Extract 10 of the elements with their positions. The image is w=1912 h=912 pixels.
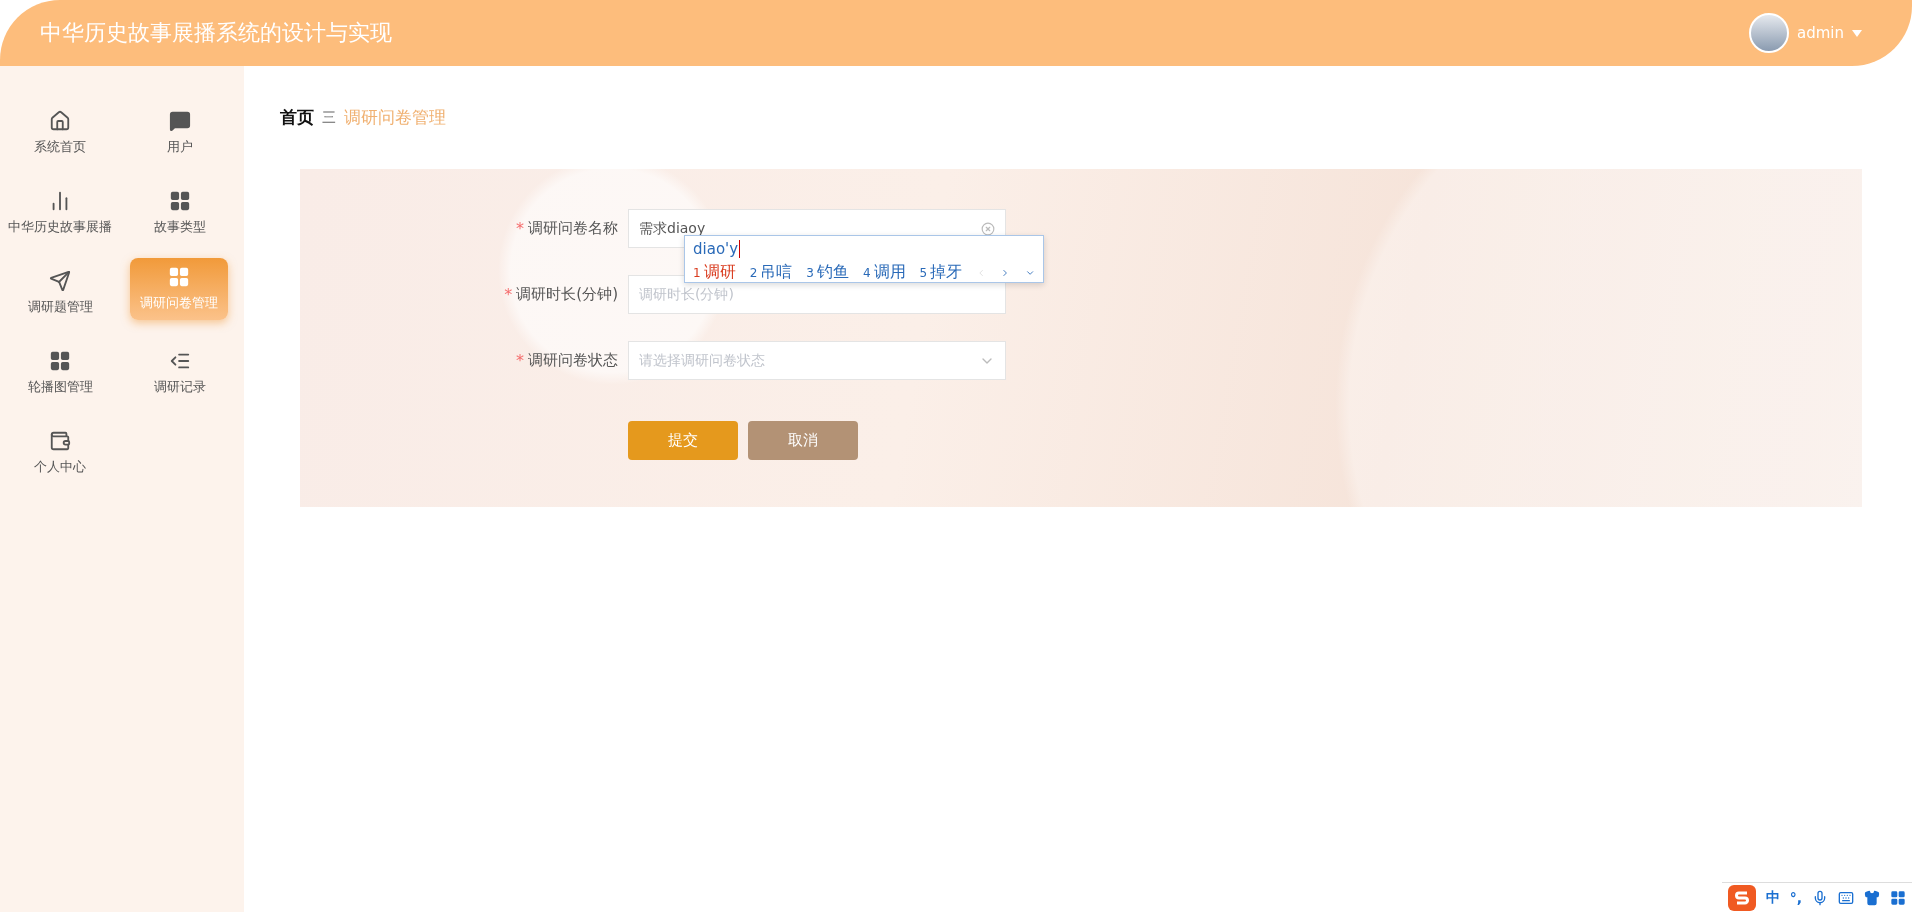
required-mark: * (516, 351, 524, 370)
field-label: 调研时长(分钟) (516, 285, 619, 304)
breadcrumb-separator: 三 (322, 108, 336, 127)
breadcrumb-current: 调研问卷管理 (344, 106, 446, 129)
field-label: 调研问卷名称 (528, 219, 619, 238)
ime-composition: diao'y (693, 240, 741, 258)
field-label: 调研问卷状态 (528, 351, 619, 370)
app-title: 中华历史故事展播系统的设计与实现 (40, 19, 392, 47)
required-mark: * (516, 219, 524, 238)
required-mark: * (504, 285, 513, 304)
